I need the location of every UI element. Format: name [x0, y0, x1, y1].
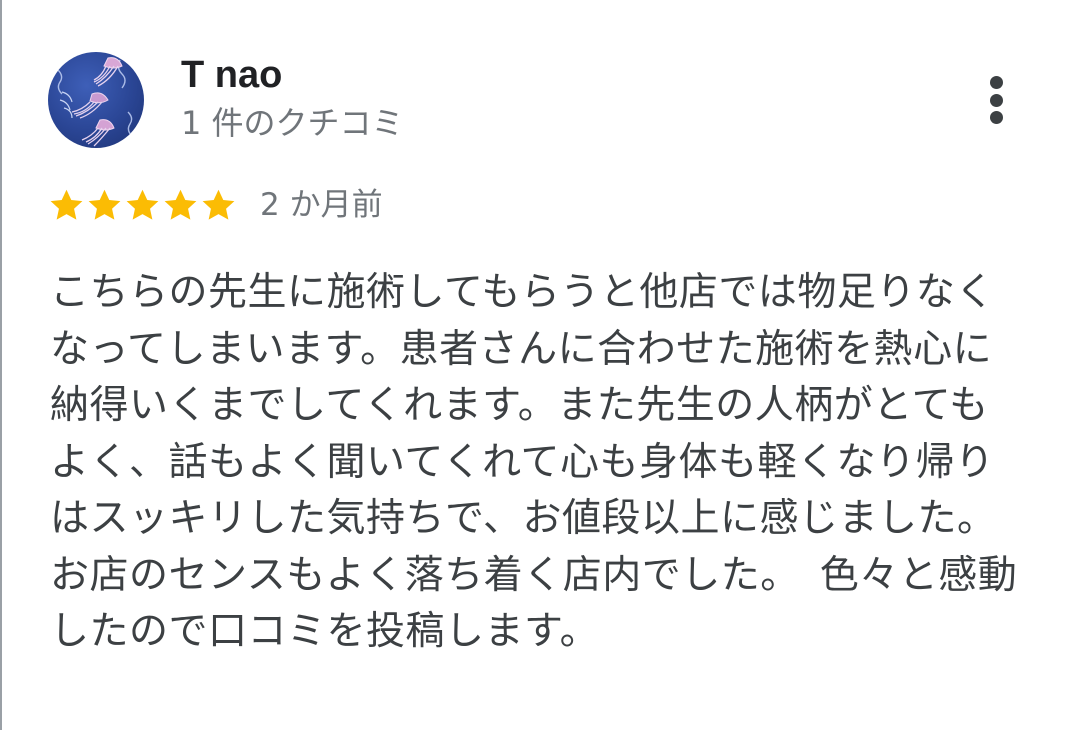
star-icon	[88, 189, 121, 220]
jellyfish-avatar-icon	[57, 57, 133, 147]
review-body-text: こちらの先生に施術してもらうと他店では物足りなくなってしまいます。患者さんに合わ…	[50, 270, 1018, 654]
more-vert-icon-dot	[989, 93, 1003, 107]
reviewer-name[interactable]: T nao	[181, 52, 282, 98]
star-icon	[126, 189, 159, 220]
rating-row: 2 か月前	[48, 184, 383, 226]
more-vert-icon	[989, 76, 1003, 89]
star-icon	[202, 189, 235, 220]
more-options-button[interactable]	[972, 66, 1020, 134]
star-icon	[164, 189, 197, 220]
star-icon	[50, 189, 83, 220]
more-vert-icon-dot	[989, 111, 1003, 124]
reviewer-avatar[interactable]	[48, 52, 144, 148]
review-card: T nao 1 件のクチコミ 2 か月前 こちらの先生に施術してもらうと他店では…	[0, 0, 1080, 730]
reviewer-review-count[interactable]: 1 件のクチコミ	[181, 102, 404, 144]
review-date: 2 か月前	[260, 187, 383, 223]
star-rating	[48, 187, 238, 224]
